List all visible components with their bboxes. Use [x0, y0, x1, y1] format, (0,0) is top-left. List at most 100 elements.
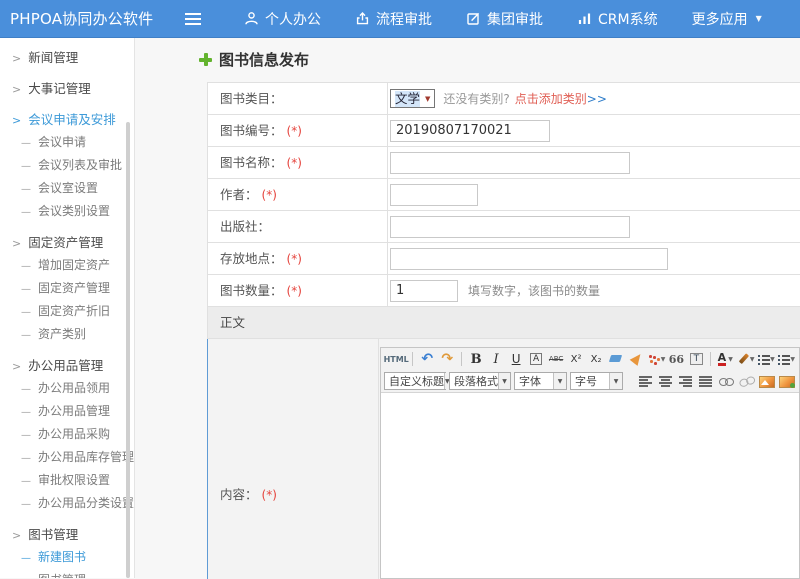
sidebar-item[interactable]: —新建图书: [0, 546, 134, 569]
sidebar-item[interactable]: —办公用品采购: [0, 423, 134, 446]
book-number-input[interactable]: [390, 120, 550, 142]
field-label: 图书数量：(*): [208, 275, 388, 306]
caret-down-icon: ▼: [750, 356, 755, 363]
top-nav: 个人办公流程审批集团审批CRM系统更多应用▼: [227, 0, 779, 38]
sidebar-item[interactable]: >固定资产管理: [0, 231, 134, 254]
sidebar-item[interactable]: >新闻管理: [0, 46, 134, 69]
font-size-select[interactable]: 字号▼: [570, 372, 623, 390]
sidebar-item[interactable]: >办公用品管理: [0, 354, 134, 377]
nav-process-approval[interactable]: 流程审批: [338, 0, 449, 38]
sidebar-item[interactable]: —审批权限设置: [0, 469, 134, 492]
sidebar-item[interactable]: —办公用品领用: [0, 377, 134, 400]
sidebar-item[interactable]: —增加固定资产: [0, 254, 134, 277]
align-left-icon[interactable]: [637, 372, 655, 390]
author-row: 作者：(*): [207, 179, 800, 211]
app-logo[interactable]: PHPOA协同办公软件: [10, 8, 175, 29]
sidebar-item[interactable]: —图书管理: [0, 569, 134, 578]
sidebar-item[interactable]: —固定资产管理: [0, 277, 134, 300]
add-category-link[interactable]: 点击添加类别>>: [515, 90, 607, 107]
sidebar-item[interactable]: >图书管理: [0, 523, 134, 546]
dash-icon: —: [21, 384, 31, 395]
unlink-icon[interactable]: [737, 372, 755, 390]
menu-toggle-icon[interactable]: [185, 13, 201, 25]
undo-icon[interactable]: ↶: [418, 350, 436, 368]
location-input[interactable]: [390, 248, 668, 270]
category-select[interactable]: 文学 ▼: [390, 89, 435, 108]
book-name-input[interactable]: [390, 152, 630, 174]
chevron-right-icon: >: [12, 52, 21, 65]
chevron-right-icon: >: [12, 114, 21, 127]
sidebar-item[interactable]: >大事记管理: [0, 77, 134, 100]
page-header: 图书信息发布: [199, 49, 309, 70]
field-label: 作者：(*): [208, 179, 388, 210]
caret-down-icon: ▼: [770, 356, 775, 363]
remove-format-eraser-icon[interactable]: [607, 350, 625, 368]
sidebar-item[interactable]: —办公用品管理: [0, 400, 134, 423]
superscript-icon[interactable]: X²: [567, 350, 585, 368]
paste-text-icon[interactable]: T: [687, 350, 705, 368]
category-row: 图书类目： 文学 ▼ 还没有类别? 点击添加类别>>: [207, 83, 800, 115]
font-color-icon[interactable]: A▼: [716, 350, 734, 368]
nav-more-apps[interactable]: 更多应用▼: [675, 0, 779, 38]
quantity-input[interactable]: [390, 280, 458, 302]
html-source-icon[interactable]: HTML: [385, 350, 407, 368]
field-label: 内容：(*): [208, 339, 379, 579]
highlight-pen-icon[interactable]: ▼: [736, 350, 754, 368]
sidebar-item[interactable]: —办公用品分类设置: [0, 492, 134, 515]
chevron-right-icon: >: [12, 529, 21, 542]
editor-content-area[interactable]: [381, 392, 799, 578]
dash-icon: —: [21, 499, 31, 510]
toolbar-separator: [710, 352, 711, 366]
sidebar-item[interactable]: —会议类别设置: [0, 200, 134, 223]
caret-down-icon: ▼: [728, 356, 733, 363]
link-icon[interactable]: [717, 372, 735, 390]
image-icon[interactable]: [757, 372, 775, 390]
blockquote-icon[interactable]: 66: [667, 350, 685, 368]
nav-personal-office[interactable]: 个人办公: [227, 0, 338, 38]
unordered-list-icon[interactable]: ▼: [777, 350, 795, 368]
author-input[interactable]: [390, 184, 478, 206]
publisher-input[interactable]: [390, 216, 630, 238]
heading-select[interactable]: 自定义标题▼: [384, 372, 446, 390]
content-row: 内容：(*) HTML↶↷BIUAABCX²X₂▼66TA▼▼▼▼ 自定义标题▼…: [207, 339, 800, 579]
sidebar-item[interactable]: >会议申请及安排: [0, 108, 134, 131]
underline-icon[interactable]: U: [507, 350, 525, 368]
chevron-right-icon: >: [12, 360, 21, 373]
field-label: 图书名称：(*): [208, 147, 388, 178]
quick-format-broom-icon[interactable]: [627, 350, 645, 368]
location-row: 存放地点：(*): [207, 243, 800, 275]
sidebar-item[interactable]: —办公用品库存管理: [0, 446, 134, 469]
dash-icon: —: [21, 284, 31, 295]
redo-icon[interactable]: ↷: [438, 350, 456, 368]
sidebar-scrollbar-thumb[interactable]: [126, 122, 130, 578]
topbar: PHPOA协同办公软件 个人办公流程审批集团审批CRM系统更多应用▼: [0, 0, 800, 38]
multi-image-icon[interactable]: [777, 372, 795, 390]
dash-icon: —: [21, 553, 31, 564]
page-title: 图书信息发布: [219, 49, 309, 70]
quantity-row: 图书数量：(*) 填写数字，该图书的数量: [207, 275, 800, 307]
sidebar-item[interactable]: —固定资产折旧: [0, 300, 134, 323]
align-center-icon[interactable]: [657, 372, 675, 390]
align-justify-icon[interactable]: [697, 372, 715, 390]
font-family-select[interactable]: 字体▼: [514, 372, 567, 390]
strikethrough-icon[interactable]: ABC: [547, 350, 565, 368]
subscript-icon[interactable]: X₂: [587, 350, 605, 368]
sidebar-item[interactable]: —会议室设置: [0, 177, 134, 200]
nav-group-approval[interactable]: 集团审批: [449, 0, 560, 38]
sidebar-item[interactable]: —资产类别: [0, 323, 134, 346]
align-right-icon[interactable]: [677, 372, 695, 390]
nav-crm-system[interactable]: CRM系统: [560, 0, 675, 38]
dash-icon: —: [21, 207, 31, 218]
bold-icon[interactable]: B: [467, 350, 485, 368]
caret-down-icon: ▼: [425, 95, 430, 103]
italic-icon[interactable]: I: [487, 350, 505, 368]
dash-icon: —: [21, 330, 31, 341]
paragraph-select[interactable]: 段落格式▼: [449, 372, 511, 390]
font-box-icon[interactable]: A: [527, 350, 545, 368]
dash-icon: —: [21, 138, 31, 149]
sidebar-item[interactable]: —会议列表及审批: [0, 154, 134, 177]
format-brush-icon[interactable]: ▼: [647, 350, 665, 368]
ordered-list-icon[interactable]: ▼: [757, 350, 775, 368]
sidebar-item[interactable]: —会议申请: [0, 131, 134, 154]
category-selected-value: 文学: [395, 91, 420, 107]
